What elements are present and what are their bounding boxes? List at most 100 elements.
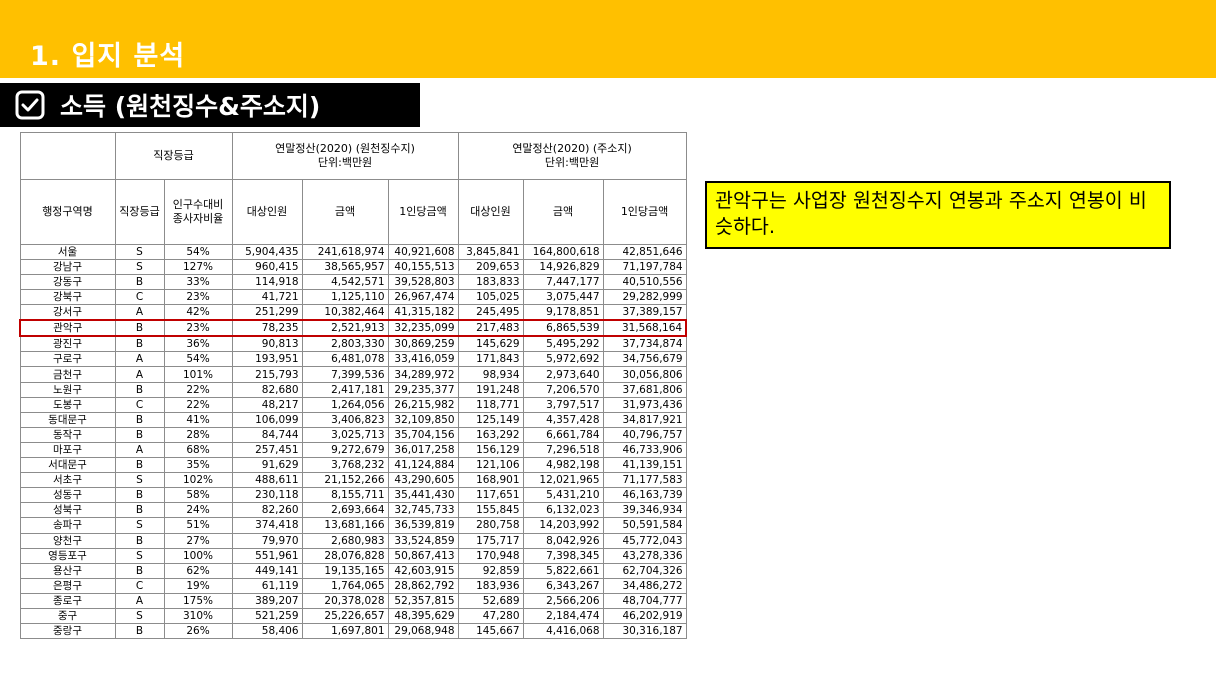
cell-a-count: 183,833 xyxy=(457,274,524,291)
cell-ratio: 23% xyxy=(163,319,233,338)
cell-a-per-capita: 31,973,436 xyxy=(602,396,687,413)
header-ratio-line2: 종사자비율 xyxy=(172,212,224,225)
cell-w-per-capita: 33,524,859 xyxy=(387,532,459,549)
cell-w-count: 82,680 xyxy=(231,381,303,398)
cell-w-count: 84,744 xyxy=(231,426,303,443)
cell-a-count: 217,483 xyxy=(457,319,524,338)
cell-ratio: 33% xyxy=(163,274,233,291)
cell-a-count: 145,629 xyxy=(457,335,524,353)
header-district: 행정구역명 xyxy=(19,179,116,245)
cell-a-per-capita: 62,704,326 xyxy=(602,562,687,579)
cell-ratio: 24% xyxy=(163,502,233,519)
cell-w-count: 215,793 xyxy=(231,366,303,383)
cell-district: 금천구 xyxy=(19,366,116,383)
cell-w-count: 79,970 xyxy=(231,532,303,549)
cell-a-count: 155,845 xyxy=(457,502,524,519)
cell-w-per-capita: 29,235,377 xyxy=(387,381,459,398)
cell-w-amount: 1,264,056 xyxy=(301,396,389,413)
table-body: 서울 S 54% 5,904,435 241,618,974 40,921,608 3,84… xyxy=(19,243,688,640)
cell-a-per-capita: 37,389,157 xyxy=(602,304,687,321)
cell-w-count: 106,099 xyxy=(231,411,303,428)
cell-a-per-capita: 34,817,921 xyxy=(602,411,687,428)
cell-ratio: 62% xyxy=(163,562,233,579)
cell-w-amount: 10,382,464 xyxy=(301,304,389,321)
cell-w-per-capita: 41,315,182 xyxy=(387,304,459,321)
cell-ratio: 42% xyxy=(163,304,233,321)
table-row: 성동구 B 58% 230,118 8,155,711 35,441,430 117,651… xyxy=(19,487,687,504)
cell-grade: S xyxy=(114,607,165,625)
cell-ratio: 23% xyxy=(163,289,233,306)
cell-w-amount: 20,378,028 xyxy=(301,592,389,609)
cell-ratio: 28% xyxy=(163,426,233,443)
table-row: 구로구 A 54% 193,951 6,481,078 33,416,059 171,843… xyxy=(19,351,687,368)
table-row: 양천구 B 27% 79,970 2,680,983 33,524,859 175,717 8… xyxy=(19,532,687,549)
cell-a-amount: 12,021,965 xyxy=(522,472,604,489)
cell-a-count: 245,495 xyxy=(457,304,524,321)
cell-w-per-capita: 28,862,792 xyxy=(387,577,459,594)
cell-grade: B xyxy=(114,381,165,398)
header-a-per-capita: 1인당금액 xyxy=(602,179,687,245)
cell-grade: C xyxy=(114,289,165,306)
cell-a-count: 98,934 xyxy=(457,366,524,383)
table-row: 노원구 B 22% 82,680 2,417,181 29,235,377 191,248 7… xyxy=(19,381,687,398)
cell-a-per-capita: 43,278,336 xyxy=(602,547,687,564)
cell-district: 강동구 xyxy=(19,274,116,291)
cell-w-per-capita: 26,215,982 xyxy=(387,396,459,413)
cell-w-per-capita: 40,921,608 xyxy=(387,243,459,261)
cell-a-count: 175,717 xyxy=(457,532,524,549)
cell-w-amount: 9,272,679 xyxy=(301,441,389,459)
cell-a-amount: 5,822,661 xyxy=(522,562,604,579)
cell-a-amount: 8,042,926 xyxy=(522,532,604,549)
cell-a-per-capita: 30,056,806 xyxy=(602,366,687,383)
cell-district: 영등포구 xyxy=(19,547,116,564)
header-address-title: 연말정산(2020) (주소지) xyxy=(512,142,632,155)
cell-w-count: 551,961 xyxy=(231,547,303,564)
cell-a-count: 47,280 xyxy=(457,607,524,625)
cell-w-amount: 241,618,974 xyxy=(301,243,389,261)
cell-w-per-capita: 30,869,259 xyxy=(387,335,459,353)
table-row: 도봉구 C 22% 48,217 1,264,056 26,215,982 118,771 3… xyxy=(19,396,687,413)
cell-district: 동작구 xyxy=(19,426,116,443)
header-empty-cell xyxy=(19,132,116,180)
cell-ratio: 102% xyxy=(163,472,233,489)
cell-a-per-capita: 29,282,999 xyxy=(602,289,687,306)
header-w-per-capita: 1인당금액 xyxy=(387,179,459,245)
cell-w-per-capita: 34,289,972 xyxy=(387,366,459,383)
cell-w-per-capita: 43,290,605 xyxy=(387,472,459,489)
cell-w-count: 374,418 xyxy=(231,517,303,534)
cell-a-amount: 5,431,210 xyxy=(522,487,604,504)
cell-a-per-capita: 37,681,806 xyxy=(602,381,687,398)
cell-w-amount: 3,768,232 xyxy=(301,457,389,474)
cell-district: 종로구 xyxy=(19,592,116,609)
cell-a-count: 170,948 xyxy=(457,547,524,564)
cell-w-per-capita: 40,155,513 xyxy=(387,259,459,276)
table-row: 마포구 A 68% 257,451 9,272,679 36,017,258 156,129… xyxy=(19,441,687,459)
cell-a-per-capita: 50,591,584 xyxy=(602,517,687,534)
cell-a-per-capita: 41,139,151 xyxy=(602,457,687,474)
cell-w-per-capita: 42,603,915 xyxy=(387,562,459,579)
table-row: 서대문구 B 35% 91,629 3,768,232 41,124,884 121,106… xyxy=(19,457,687,474)
header-withholding-group: 연말정산(2020) (원천징수지) 단위:백만원 xyxy=(231,132,459,180)
cell-grade: S xyxy=(114,547,165,564)
table-row: 용산구 B 62% 449,141 19,135,165 42,603,915 92,859… xyxy=(19,562,687,579)
cell-w-amount: 3,025,713 xyxy=(301,426,389,443)
cell-a-count: 171,843 xyxy=(457,351,524,368)
cell-ratio: 51% xyxy=(163,517,233,534)
cell-w-count: 389,207 xyxy=(231,592,303,609)
cell-a-amount: 164,800,618 xyxy=(522,243,604,261)
cell-district: 강남구 xyxy=(19,259,116,276)
cell-district: 서대문구 xyxy=(19,457,116,474)
cell-w-amount: 8,155,711 xyxy=(301,487,389,504)
cell-w-per-capita: 35,441,430 xyxy=(387,487,459,504)
cell-a-amount: 14,203,992 xyxy=(522,517,604,534)
cell-w-per-capita: 29,068,948 xyxy=(387,623,459,640)
header-withholding-unit: 단위:백만원 xyxy=(317,156,373,169)
callout-note: 관악구는 사업장 원천징수지 연봉과 주소지 연봉이 비슷하다. xyxy=(705,181,1171,249)
cell-a-count: 117,651 xyxy=(457,487,524,504)
header-address-unit: 단위:백만원 xyxy=(544,156,600,169)
cell-grade: S xyxy=(114,472,165,489)
cell-district: 노원구 xyxy=(19,381,116,398)
cell-a-amount: 2,184,474 xyxy=(522,607,604,625)
cell-grade: S xyxy=(114,259,165,276)
cell-w-count: 91,629 xyxy=(231,457,303,474)
